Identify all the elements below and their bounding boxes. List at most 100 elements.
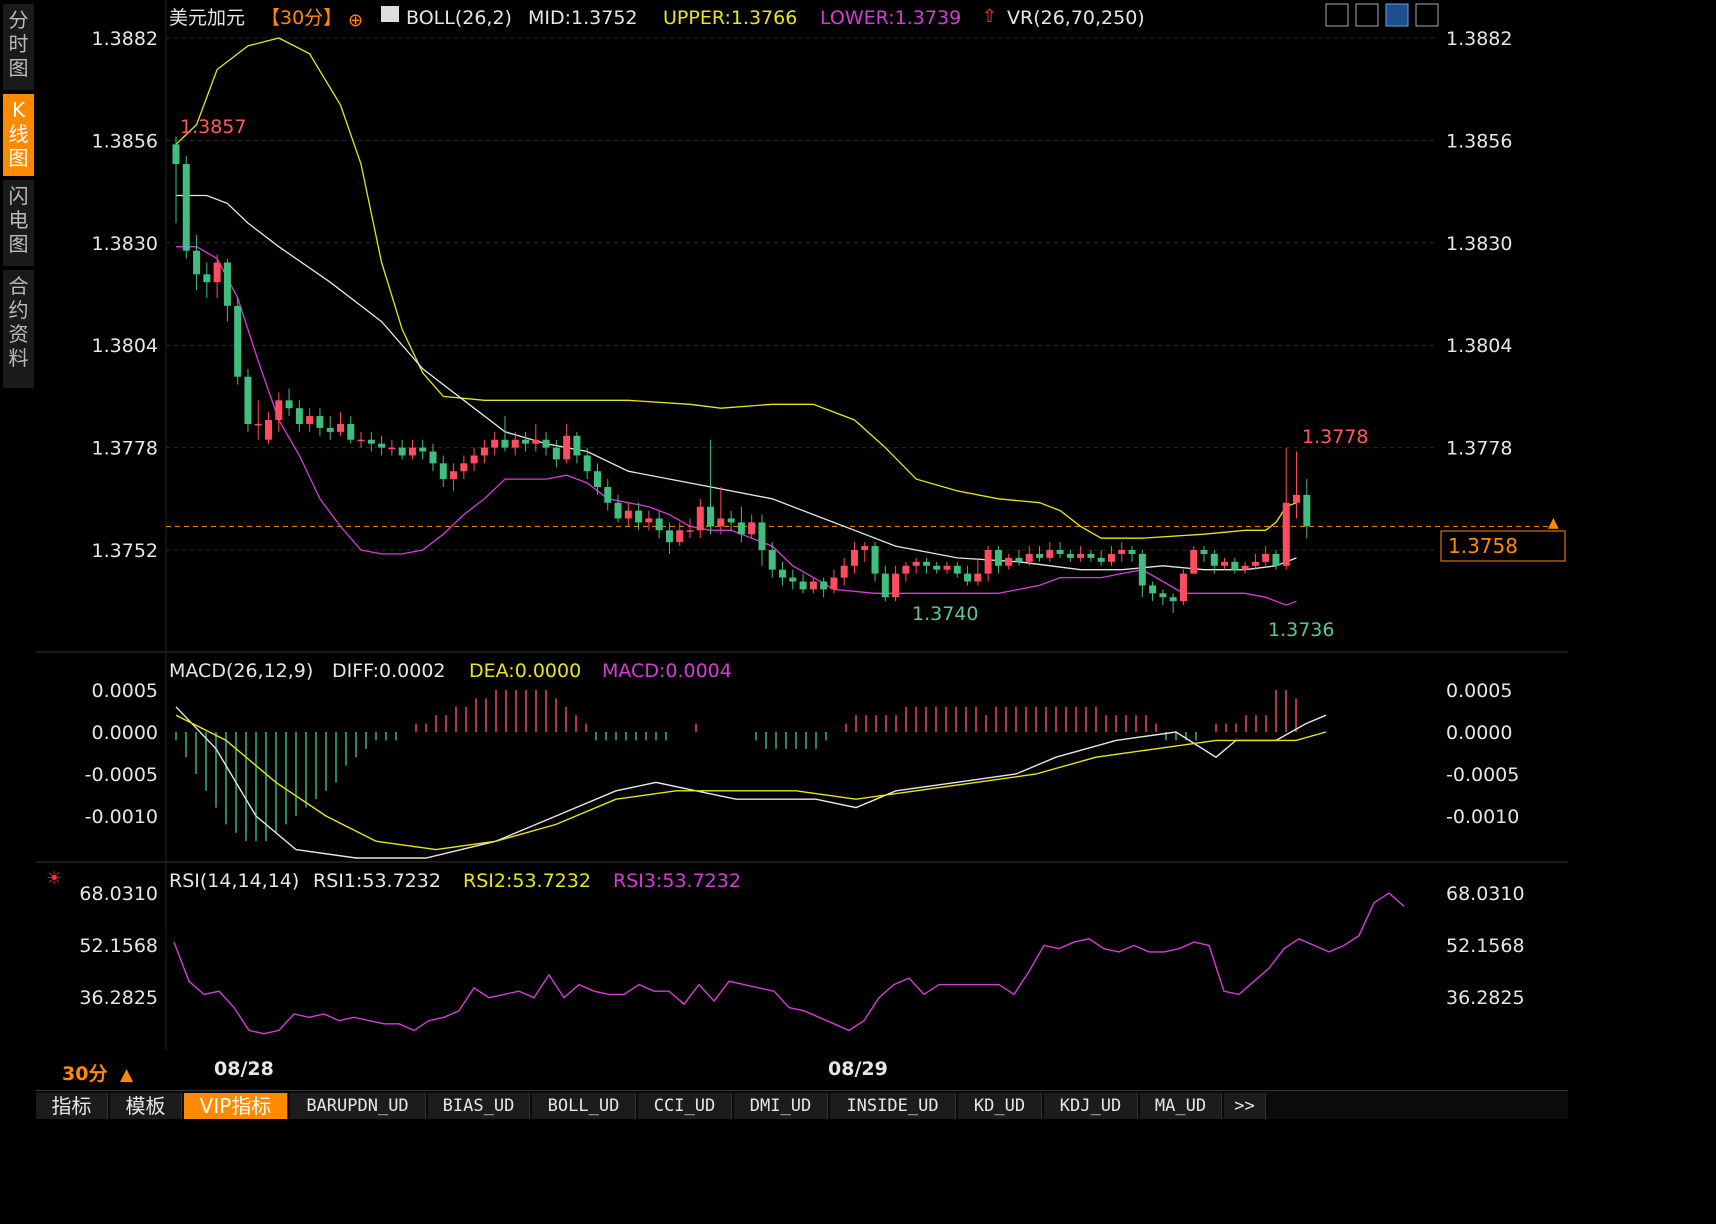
indicator-tab-bar: 指标 模板 VIP指标 BARUPDN_UD BIAS_UD BOLL_UD C… (36, 1090, 1568, 1119)
candle-body (820, 581, 828, 590)
tab-cci[interactable]: CCI_UD (638, 1093, 732, 1119)
rsi-tick-right: 68.0310 (1446, 883, 1525, 905)
candle-body (727, 518, 735, 523)
boll-upper-line (175, 37, 1297, 539)
macd-diff: DIFF:0.0002 (332, 660, 446, 682)
candle-body (1293, 494, 1301, 503)
candle-body (254, 423, 262, 426)
candle-body (1138, 553, 1146, 586)
macd-tick-left: 0.0005 (92, 680, 158, 702)
candle-body (881, 573, 889, 598)
candle-body (1149, 585, 1157, 594)
macd-tick-right: 0.0005 (1446, 680, 1512, 702)
rsi2-value: RSI2:53.7232 (463, 870, 591, 892)
candle-body (552, 447, 560, 460)
tab-flash-chart[interactable]: 闪电图 (3, 180, 34, 266)
grid-icon[interactable] (1325, 3, 1349, 27)
period-label[interactable]: 【30分】 (261, 7, 342, 29)
side-tab-bar: 分时图 K线图 闪电图 合约资料 (0, 0, 36, 1090)
tab-template[interactable]: 模板 (110, 1093, 182, 1119)
period-up-icon[interactable]: ▲ (120, 1065, 134, 1085)
candle-body (203, 274, 211, 283)
price-tick-left: 1.3882 (92, 28, 158, 50)
candle-body (306, 416, 314, 424)
macd-tick-left: -0.0010 (85, 806, 158, 828)
tab-contract-info[interactable]: 合约资料 (3, 270, 34, 388)
price-tick-right: 1.3778 (1446, 438, 1512, 460)
rsi-tick-right: 52.1568 (1446, 935, 1525, 957)
candle-body (1159, 593, 1167, 598)
candle-body (758, 522, 766, 550)
macd-tick-right: 0.0000 (1446, 722, 1512, 744)
candle-body (408, 447, 416, 456)
candle-body (347, 423, 355, 440)
candle-body (1056, 550, 1064, 554)
tab-ma[interactable]: MA_UD (1140, 1093, 1222, 1119)
candle-body (480, 447, 488, 456)
candle-body (861, 546, 869, 550)
period-selector[interactable]: 30分 (62, 1063, 107, 1085)
macd-tick-left: 0.0000 (92, 722, 158, 744)
candle-body (655, 518, 663, 531)
candle-body (491, 439, 499, 448)
tab-boll[interactable]: BOLL_UD (532, 1093, 636, 1119)
price-tick-right: 1.3804 (1446, 335, 1512, 357)
candle-body (1087, 553, 1095, 558)
tab-bias[interactable]: BIAS_UD (428, 1093, 530, 1119)
candle-body (624, 510, 632, 519)
candle-body (501, 439, 509, 448)
candle-body (511, 439, 519, 448)
candle-body (450, 471, 458, 480)
candle-body (922, 561, 930, 566)
tab-more[interactable]: >> (1224, 1093, 1266, 1119)
export-icon[interactable] (1415, 3, 1439, 27)
macd-diff-line (175, 706, 1327, 859)
price-tick-left: 1.3830 (92, 233, 158, 255)
low-label-right: 1.3736 (1268, 619, 1334, 641)
candle-body (912, 561, 920, 566)
high-label-right: 1.3778 (1302, 426, 1368, 448)
price-tick-right: 1.3882 (1446, 28, 1512, 50)
candle-body (532, 439, 540, 444)
kline-chart[interactable]: 1.3882 1.3882 1.3856 1.3856 1.3830 1.3830 1.38… (36, 0, 1568, 1090)
tab-kd[interactable]: KD_UD (958, 1093, 1042, 1119)
candle-body (1005, 557, 1013, 566)
chart-icon[interactable] (1385, 3, 1409, 27)
settings-icon[interactable]: ☀ (46, 868, 62, 889)
boll-lower-line (176, 246, 1297, 606)
candle-body (1231, 561, 1239, 570)
candle-body (676, 530, 684, 543)
candle-body (336, 423, 344, 432)
layout-icon[interactable] (1355, 3, 1379, 27)
tab-kline[interactable]: K线图 (3, 94, 34, 176)
candle-body (830, 577, 838, 590)
tab-barupdn[interactable]: BARUPDN_UD (290, 1093, 426, 1119)
boll-icon[interactable] (381, 6, 399, 22)
candle-body (193, 250, 201, 275)
price-tick-left: 1.3856 (92, 130, 158, 152)
tab-vip-indicator[interactable]: VIP指标 (184, 1093, 288, 1119)
macd-dea: DEA:0.0000 (469, 660, 581, 682)
rsi1-value: RSI1:53.7232 (313, 870, 441, 892)
candle-body (1128, 550, 1136, 554)
candle-body (470, 455, 478, 464)
tab-timeshare[interactable]: 分时图 (3, 4, 34, 90)
add-indicator-icon[interactable]: ⊕ (348, 10, 363, 31)
tab-dmi[interactable]: DMI_UD (734, 1093, 828, 1119)
candle-body (429, 451, 437, 464)
rsi-title: RSI(14,14,14) (169, 870, 299, 892)
candle-body (809, 581, 817, 590)
candle-body (275, 400, 283, 421)
tab-indicator[interactable]: 指标 (36, 1093, 108, 1119)
candle-body (799, 581, 807, 590)
candle-body (1169, 597, 1177, 602)
tab-kdj[interactable]: KDJ_UD (1044, 1093, 1138, 1119)
high-label-left: 1.3857 (180, 116, 246, 138)
boll-mid: MID:1.3752 (528, 7, 638, 29)
candle-body (367, 439, 375, 444)
candle-body (1303, 494, 1311, 527)
candle-body (326, 427, 334, 432)
tab-inside[interactable]: INSIDE_UD (830, 1093, 956, 1119)
candle-body (563, 435, 571, 460)
candle-body (902, 565, 910, 574)
